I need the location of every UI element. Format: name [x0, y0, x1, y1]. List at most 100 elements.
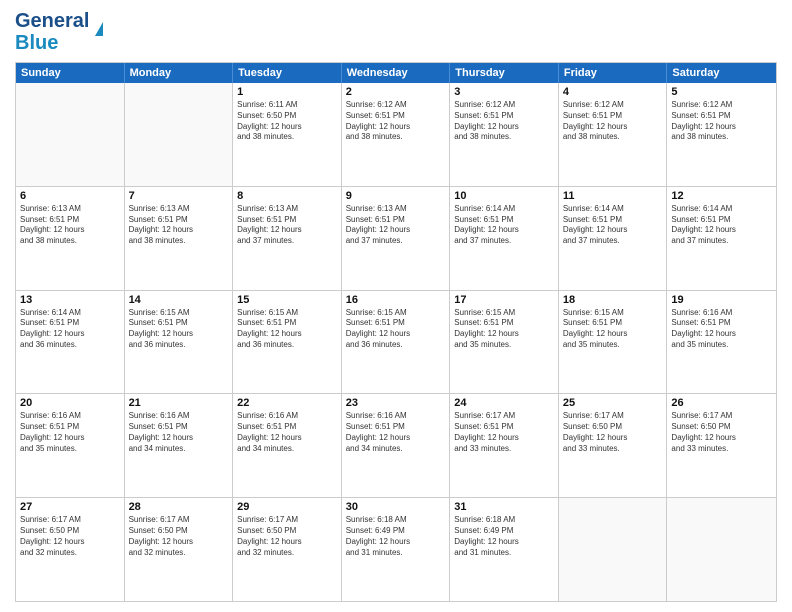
day-number: 14	[129, 294, 229, 306]
calendar-cell: 4 Sunrise: 6:12 AM Sunset: 6:51 PM Daylig…	[559, 83, 668, 186]
day-info: Sunrise: 6:16 AM Sunset: 6:51 PM Dayligh…	[671, 308, 772, 351]
calendar-cell: 19 Sunrise: 6:16 AM Sunset: 6:51 PM Dayli…	[667, 291, 776, 394]
calendar-cell: 28Sunrise: 6:17 AM Sunset: 6:50 PM Dayli…	[125, 498, 234, 601]
day-info: Sunrise: 6:17 AM Sunset: 6:50 PM Dayligh…	[237, 515, 337, 558]
day-info: Sunrise: 6:12 AM Sunset: 6:51 PM Dayligh…	[454, 100, 554, 143]
day-number: 19	[671, 294, 772, 306]
logo-text: General Blue	[15, 10, 89, 54]
calendar-cell	[559, 498, 668, 601]
calendar-cell: 7 Sunrise: 6:13 AM Sunset: 6:51 PM Daylig…	[125, 187, 234, 290]
day-number: 16	[346, 294, 446, 306]
header-day-thursday: Thursday	[450, 63, 559, 83]
calendar-cell: 15 Sunrise: 6:15 AM Sunset: 6:51 PM Dayli…	[233, 291, 342, 394]
header-day-saturday: Saturday	[667, 63, 776, 83]
calendar-cell: 31 Sunrise: 6:18 AM Sunset: 6:49 PM Dayli…	[450, 498, 559, 601]
calendar-cell: 2 Sunrise: 6:12 AM Sunset: 6:51 PM Daylig…	[342, 83, 451, 186]
day-number: 2	[346, 86, 446, 98]
calendar-cell: 26Sunrise: 6:17 AM Sunset: 6:50 PM Dayli…	[667, 394, 776, 497]
day-number: 15	[237, 294, 337, 306]
day-number: 18	[563, 294, 663, 306]
calendar-cell: 24 Sunrise: 6:17 AM Sunset: 6:51 PM Dayli…	[450, 394, 559, 497]
day-number: 22	[237, 397, 337, 409]
day-info: Sunrise: 6:15 AM Sunset: 6:51 PM Dayligh…	[563, 308, 663, 351]
day-number: 24	[454, 397, 554, 409]
day-number: 26	[671, 397, 772, 409]
day-number: 30	[346, 501, 446, 513]
calendar-cell: 6Sunrise: 6:13 AM Sunset: 6:51 PM Daylig…	[16, 187, 125, 290]
day-info: Sunrise: 6:14 AM Sunset: 6:51 PM Dayligh…	[454, 204, 554, 247]
calendar-cell: 27 Sunrise: 6:17 AM Sunset: 6:50 PM Dayli…	[16, 498, 125, 601]
day-number: 20	[20, 397, 120, 409]
calendar-body: 1Sunrise: 6:11 AM Sunset: 6:50 PM Daylig…	[16, 83, 776, 601]
header-day-sunday: Sunday	[16, 63, 125, 83]
header-day-tuesday: Tuesday	[233, 63, 342, 83]
day-number: 8	[237, 190, 337, 202]
day-info: Sunrise: 6:15 AM Sunset: 6:51 PM Dayligh…	[454, 308, 554, 351]
calendar-cell: 1Sunrise: 6:11 AM Sunset: 6:50 PM Daylig…	[233, 83, 342, 186]
day-number: 27	[20, 501, 120, 513]
day-number: 23	[346, 397, 446, 409]
day-info: Sunrise: 6:16 AM Sunset: 6:51 PM Dayligh…	[237, 411, 337, 454]
day-info: Sunrise: 6:11 AM Sunset: 6:50 PM Dayligh…	[237, 100, 337, 143]
day-info: Sunrise: 6:13 AM Sunset: 6:51 PM Dayligh…	[129, 204, 229, 247]
day-info: Sunrise: 6:15 AM Sunset: 6:51 PM Dayligh…	[237, 308, 337, 351]
calendar-cell: 10 Sunrise: 6:14 AM Sunset: 6:51 PM Dayli…	[450, 187, 559, 290]
day-number: 4	[563, 86, 663, 98]
day-number: 11	[563, 190, 663, 202]
calendar-cell: 25Sunrise: 6:17 AM Sunset: 6:50 PM Dayli…	[559, 394, 668, 497]
day-number: 7	[129, 190, 229, 202]
calendar-cell: 30 Sunrise: 6:18 AM Sunset: 6:49 PM Dayli…	[342, 498, 451, 601]
calendar-cell: 13Sunrise: 6:14 AM Sunset: 6:51 PM Dayli…	[16, 291, 125, 394]
calendar-cell: 21Sunrise: 6:16 AM Sunset: 6:51 PM Dayli…	[125, 394, 234, 497]
calendar-week-5: 27 Sunrise: 6:17 AM Sunset: 6:50 PM Dayli…	[16, 498, 776, 601]
calendar: SundayMondayTuesdayWednesdayThursdayFrid…	[15, 62, 777, 602]
header-day-wednesday: Wednesday	[342, 63, 451, 83]
day-number: 13	[20, 294, 120, 306]
calendar-cell: 18 Sunrise: 6:15 AM Sunset: 6:51 PM Dayli…	[559, 291, 668, 394]
day-info: Sunrise: 6:17 AM Sunset: 6:51 PM Dayligh…	[454, 411, 554, 454]
logo-triangle-icon	[95, 22, 103, 36]
calendar-cell: 5 Sunrise: 6:12 AM Sunset: 6:51 PM Daylig…	[667, 83, 776, 186]
header-day-friday: Friday	[559, 63, 668, 83]
calendar-week-2: 6Sunrise: 6:13 AM Sunset: 6:51 PM Daylig…	[16, 187, 776, 291]
day-number: 5	[671, 86, 772, 98]
day-number: 3	[454, 86, 554, 98]
logo-triangle-container	[92, 22, 103, 38]
calendar-cell: 17Sunrise: 6:15 AM Sunset: 6:51 PM Dayli…	[450, 291, 559, 394]
day-info: Sunrise: 6:18 AM Sunset: 6:49 PM Dayligh…	[454, 515, 554, 558]
day-info: Sunrise: 6:16 AM Sunset: 6:51 PM Dayligh…	[129, 411, 229, 454]
day-info: Sunrise: 6:16 AM Sunset: 6:51 PM Dayligh…	[20, 411, 120, 454]
calendar-week-3: 13Sunrise: 6:14 AM Sunset: 6:51 PM Dayli…	[16, 291, 776, 395]
calendar-cell	[125, 83, 234, 186]
calendar-week-1: 1Sunrise: 6:11 AM Sunset: 6:50 PM Daylig…	[16, 83, 776, 187]
logo-blue: Blue	[15, 32, 58, 54]
calendar-week-4: 20 Sunrise: 6:16 AM Sunset: 6:51 PM Dayli…	[16, 394, 776, 498]
calendar-cell	[667, 498, 776, 601]
day-info: Sunrise: 6:18 AM Sunset: 6:49 PM Dayligh…	[346, 515, 446, 558]
day-info: Sunrise: 6:12 AM Sunset: 6:51 PM Dayligh…	[563, 100, 663, 143]
day-number: 28	[129, 501, 229, 513]
calendar-cell: 14 Sunrise: 6:15 AM Sunset: 6:51 PM Dayli…	[125, 291, 234, 394]
calendar-cell: 12Sunrise: 6:14 AM Sunset: 6:51 PM Dayli…	[667, 187, 776, 290]
calendar-cell: 16Sunrise: 6:15 AM Sunset: 6:51 PM Dayli…	[342, 291, 451, 394]
calendar-cell: 9Sunrise: 6:13 AM Sunset: 6:51 PM Daylig…	[342, 187, 451, 290]
day-info: Sunrise: 6:12 AM Sunset: 6:51 PM Dayligh…	[346, 100, 446, 143]
calendar-cell: 29Sunrise: 6:17 AM Sunset: 6:50 PM Dayli…	[233, 498, 342, 601]
day-info: Sunrise: 6:17 AM Sunset: 6:50 PM Dayligh…	[20, 515, 120, 558]
day-number: 10	[454, 190, 554, 202]
day-info: Sunrise: 6:14 AM Sunset: 6:51 PM Dayligh…	[671, 204, 772, 247]
logo: General Blue	[15, 10, 103, 54]
calendar-cell: 11 Sunrise: 6:14 AM Sunset: 6:51 PM Dayli…	[559, 187, 668, 290]
calendar-cell: 23Sunrise: 6:16 AM Sunset: 6:51 PM Dayli…	[342, 394, 451, 497]
day-number: 31	[454, 501, 554, 513]
day-info: Sunrise: 6:14 AM Sunset: 6:51 PM Dayligh…	[563, 204, 663, 247]
day-info: Sunrise: 6:12 AM Sunset: 6:51 PM Dayligh…	[671, 100, 772, 143]
page: General Blue SundayMondayTuesdayWednesda…	[0, 0, 792, 612]
calendar-cell: 8Sunrise: 6:13 AM Sunset: 6:51 PM Daylig…	[233, 187, 342, 290]
logo-general: General	[15, 10, 89, 32]
day-info: Sunrise: 6:13 AM Sunset: 6:51 PM Dayligh…	[346, 204, 446, 247]
header: General Blue	[15, 10, 777, 54]
header-day-monday: Monday	[125, 63, 234, 83]
day-info: Sunrise: 6:15 AM Sunset: 6:51 PM Dayligh…	[129, 308, 229, 351]
day-number: 25	[563, 397, 663, 409]
